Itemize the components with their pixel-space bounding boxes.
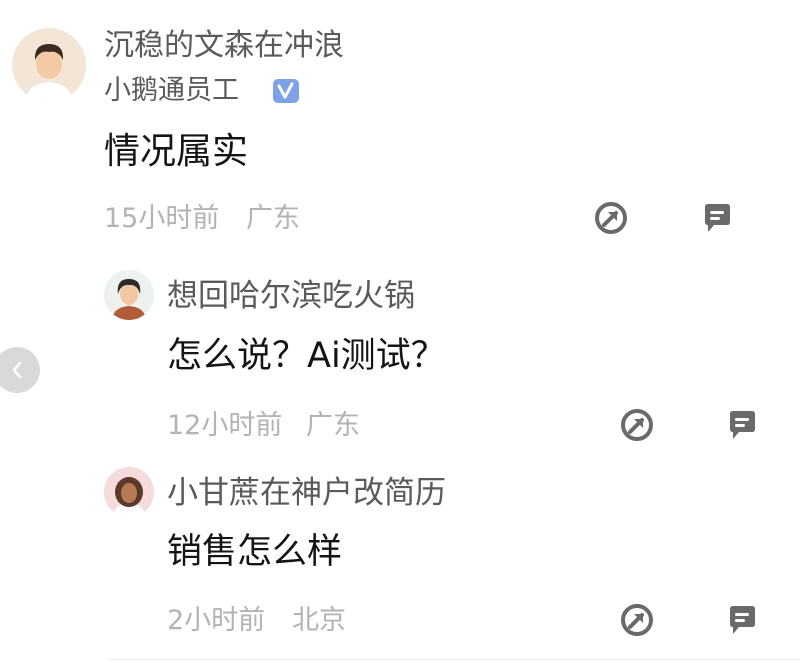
comment-icon — [730, 411, 755, 439]
share-icon — [621, 409, 653, 441]
comment-text: 情况属实 — [104, 131, 249, 172]
share-button[interactable] — [591, 198, 631, 238]
avatar[interactable] — [104, 467, 154, 517]
chevron-left-icon — [12, 361, 22, 379]
share-icon — [621, 604, 653, 636]
reply-location: 北京 — [292, 605, 346, 636]
comment-time: 15小时前 — [104, 203, 220, 234]
share-icon — [595, 202, 627, 234]
username[interactable]: 想回哈尔滨吃火锅 — [167, 275, 415, 317]
reply-location: 广东 — [306, 410, 360, 441]
comment-location: 广东 — [246, 203, 300, 234]
comment-icon — [730, 606, 755, 634]
avatar[interactable] — [104, 270, 154, 320]
reply-time: 2小时前 — [167, 605, 266, 636]
username[interactable]: 小甘蔗在神户改简历 — [167, 472, 446, 514]
reply-text: 怎么说？Ai测试？ — [167, 336, 446, 376]
reply-time: 12小时前 — [167, 410, 283, 441]
previous-button[interactable] — [0, 347, 40, 393]
share-button[interactable] — [617, 405, 657, 445]
verified-badge-icon — [272, 78, 300, 104]
user-tag: 小鹅通员工 — [104, 75, 239, 106]
reply-button[interactable] — [722, 600, 762, 640]
share-button[interactable] — [617, 600, 657, 640]
reply-button[interactable] — [722, 405, 762, 445]
username[interactable]: 沉稳的文森在冲浪 — [104, 26, 344, 66]
comment-icon — [705, 204, 730, 232]
divider — [108, 659, 798, 660]
reply-text: 销售怎么样 — [167, 532, 343, 572]
avatar[interactable] — [12, 28, 86, 102]
reply-button[interactable] — [697, 198, 737, 238]
